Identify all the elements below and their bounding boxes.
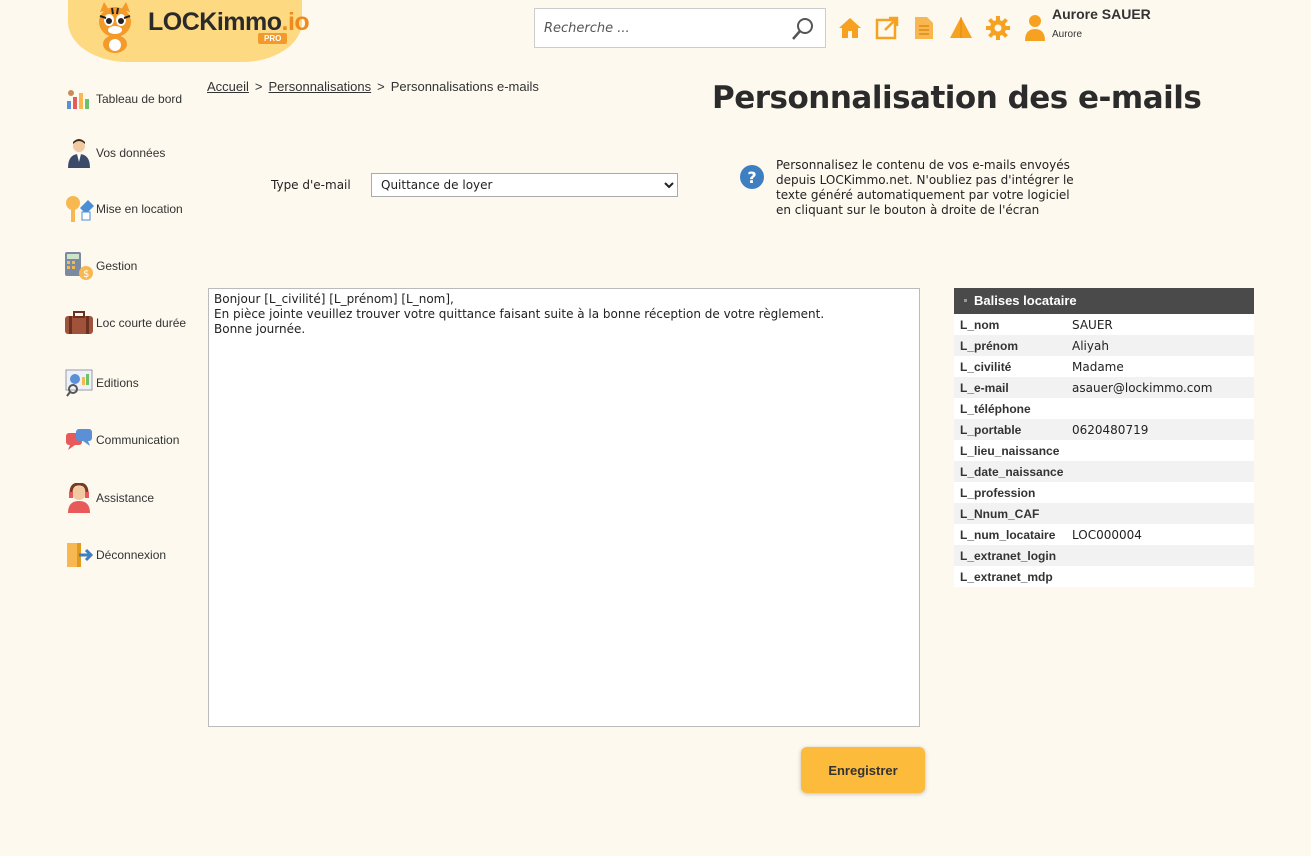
breadcrumb: Accueil > Personnalisations > Personnalisati… [207,79,539,94]
home-icon[interactable] [838,14,862,42]
calculator-icon: $ [64,251,94,281]
tag-key: L_nom [960,317,1000,332]
tag-row[interactable]: L_portable 0620480719 [954,419,1254,440]
user-name[interactable]: Aurore SAUER [1052,6,1151,22]
external-link-icon[interactable] [875,14,899,42]
report-icon [64,368,94,398]
tag-value: SAUER [1072,317,1113,332]
tag-key: L_civilité [960,359,1012,374]
tag-row[interactable]: L_lieu_naissance [954,440,1254,461]
help-text: Personnalisez le contenu de vos e-mails … [776,158,1074,217]
tag-row[interactable]: L_nom SAUER [954,314,1254,335]
logout-icon [64,540,94,570]
tag-key: L_extranet_mdp [960,569,1053,584]
search-icon[interactable] [791,17,815,41]
tag-key: L_e-mail [960,380,1009,395]
tag-key: L_extranet_login [960,548,1057,563]
tenant-tags-panel: Balises locataire L_nom SAUER L_prénom Aliy… [954,288,1254,587]
email-type-label: Type d'e-mail [271,178,351,192]
tag-value: Madame [1072,359,1124,374]
tag-row[interactable]: L_Nnum_CAF [954,503,1254,524]
tag-key: L_téléphone [960,401,1031,416]
chat-icon [64,425,94,455]
tag-row[interactable]: L_date_naissance [954,461,1254,482]
tag-row[interactable]: L_num_locataire LOC000004 [954,524,1254,545]
tag-key: L_lieu_naissance [960,443,1060,458]
tag-value: LOC000004 [1072,527,1142,542]
dashboard-icon [64,84,94,114]
tiger-mascot-icon [99,2,131,53]
save-button[interactable]: Enregistrer [801,747,925,793]
sidebar-item-mise-en-location[interactable]: Mise en location [64,194,183,224]
tags-title: Balises locataire [954,288,1254,314]
gear-icon[interactable] [986,14,1010,42]
support-icon [64,483,94,513]
logo-pro-badge: PRO [258,33,288,44]
breadcrumb-separator: > [377,79,385,94]
tag-row[interactable]: L_extranet_mdp [954,566,1254,587]
tag-row[interactable]: L_e-mail asauer@lockimmo.com [954,377,1254,398]
sidebar-item-vos-donnees[interactable]: Vos données [64,138,165,168]
breadcrumb-section-link[interactable]: Personnalisations [269,79,372,94]
user-firstname: Aurore [1052,29,1083,40]
sidebar-item-deconnexion[interactable]: Déconnexion [64,540,166,570]
tag-value: Aliyah [1072,338,1109,353]
tag-key: L_portable [960,422,1022,437]
sidebar-item-assistance[interactable]: Assistance [64,483,154,513]
tag-row[interactable]: L_téléphone [954,398,1254,419]
svg-text:$: $ [83,269,89,280]
help-icon: ? [740,165,764,189]
tag-value: 0620480719 [1072,422,1149,437]
tag-row[interactable]: L_civilité Madame [954,356,1254,377]
tag-row[interactable]: L_extranet_login [954,545,1254,566]
breadcrumb-current: Personnalisations e-mails [390,79,539,94]
header-icons [838,14,1047,42]
logo[interactable]: LOCKimmo.io PRO [68,0,310,62]
tag-row[interactable]: L_prénom Aliyah [954,335,1254,356]
breadcrumb-home-link[interactable]: Accueil [207,79,249,94]
tag-value: asauer@lockimmo.com [1072,380,1213,395]
sidebar-item-editions[interactable]: Editions [64,368,139,398]
tag-key: L_profession [960,485,1036,500]
tag-key: L_date_naissance [960,464,1064,479]
person-icon [64,138,94,168]
email-type-select[interactable]: Quittance de loyer [371,173,678,197]
tag-row[interactable]: L_profession [954,482,1254,503]
sidebar-item-communication[interactable]: Communication [64,425,179,455]
suitcase-icon [64,308,94,338]
sidebar-item-gestion[interactable]: $ Gestion [64,251,137,281]
search-box [534,8,826,48]
user-icon[interactable] [1023,14,1047,42]
notification-icon[interactable] [949,14,973,42]
tag-key: L_prénom [960,338,1019,353]
sidebar-item-dashboard[interactable]: Tableau de bord [64,84,182,114]
page-title: Personnalisation des e-mails [712,80,1202,116]
document-icon[interactable] [912,14,936,42]
breadcrumb-separator: > [254,79,263,94]
sidebar-item-loc-courte-duree[interactable]: Loc courte durée [64,308,186,338]
tag-key: L_Nnum_CAF [960,506,1040,521]
email-body-editor[interactable]: Bonjour [L_civilité] [L_prénom] [L_nom],… [208,288,920,727]
keys-icon [64,194,94,224]
tags-list: L_nom SAUER L_prénom Aliyah L_civilité Madame… [954,314,1254,587]
search-input[interactable] [535,9,775,47]
tag-key: L_num_locataire [960,527,1056,542]
